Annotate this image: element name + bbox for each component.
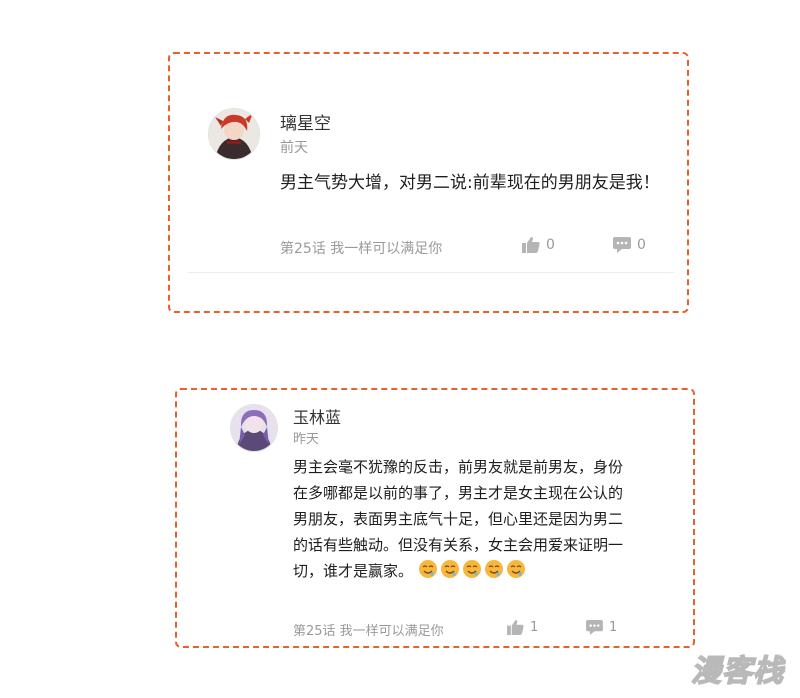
comment-bubble-icon (613, 237, 631, 253)
user-avatar[interactable] (230, 404, 278, 452)
thumbs-up-icon (522, 237, 540, 253)
reply-button[interactable]: 0 (613, 237, 646, 253)
comment-card: 璃星空 前天 男主气势大增，对男二说:前辈现在的男朋友是我！ 第25话 我一样可… (168, 52, 689, 313)
reply-count: 1 (609, 620, 618, 635)
comment-bubble-icon (586, 620, 603, 635)
comment-card: 玉林蓝 昨天 男主会毫不犹豫的反击，前男友就是前男友，身份在多哪都是以前的事了，… (175, 388, 695, 648)
reply-count: 0 (637, 237, 646, 253)
site-watermark-logo: 漫客栈 (690, 653, 784, 690)
reply-button[interactable]: 1 (586, 620, 617, 635)
chapter-link[interactable]: 第25话 我一样可以满足你 (280, 238, 442, 258)
divider (188, 272, 674, 273)
drooling-face-emoji-icon (462, 560, 481, 578)
thumbs-up-icon (507, 620, 524, 635)
like-button[interactable]: 1 (507, 620, 538, 635)
drooling-face-emoji-icon (440, 560, 459, 578)
drooling-face-emoji-icon (484, 560, 503, 578)
comment-text: 男主气势大增，对男二说:前辈现在的男朋友是我！ (280, 173, 660, 193)
emoji-group (418, 560, 528, 580)
like-count: 0 (546, 237, 555, 253)
avatar-illustration-icon (231, 405, 277, 451)
drooling-face-emoji-icon (418, 560, 437, 578)
chapter-link[interactable]: 第25话 我一样可以满足你 (293, 620, 444, 639)
username[interactable]: 璃星空 (280, 109, 331, 134)
comment-text-container: 男主会毫不犹豫的反击，前男友就是前男友，身份在多哪都是以前的事了，男主才是女主现… (293, 454, 628, 584)
username[interactable]: 玉林蓝 (293, 404, 341, 428)
user-avatar[interactable] (208, 108, 260, 160)
like-count: 1 (530, 620, 539, 635)
like-button[interactable]: 0 (522, 237, 555, 253)
comment-time: 前天 (280, 140, 308, 156)
drooling-face-emoji-icon (506, 560, 525, 578)
avatar-illustration-icon (209, 109, 259, 159)
comment-time: 昨天 (293, 432, 320, 447)
